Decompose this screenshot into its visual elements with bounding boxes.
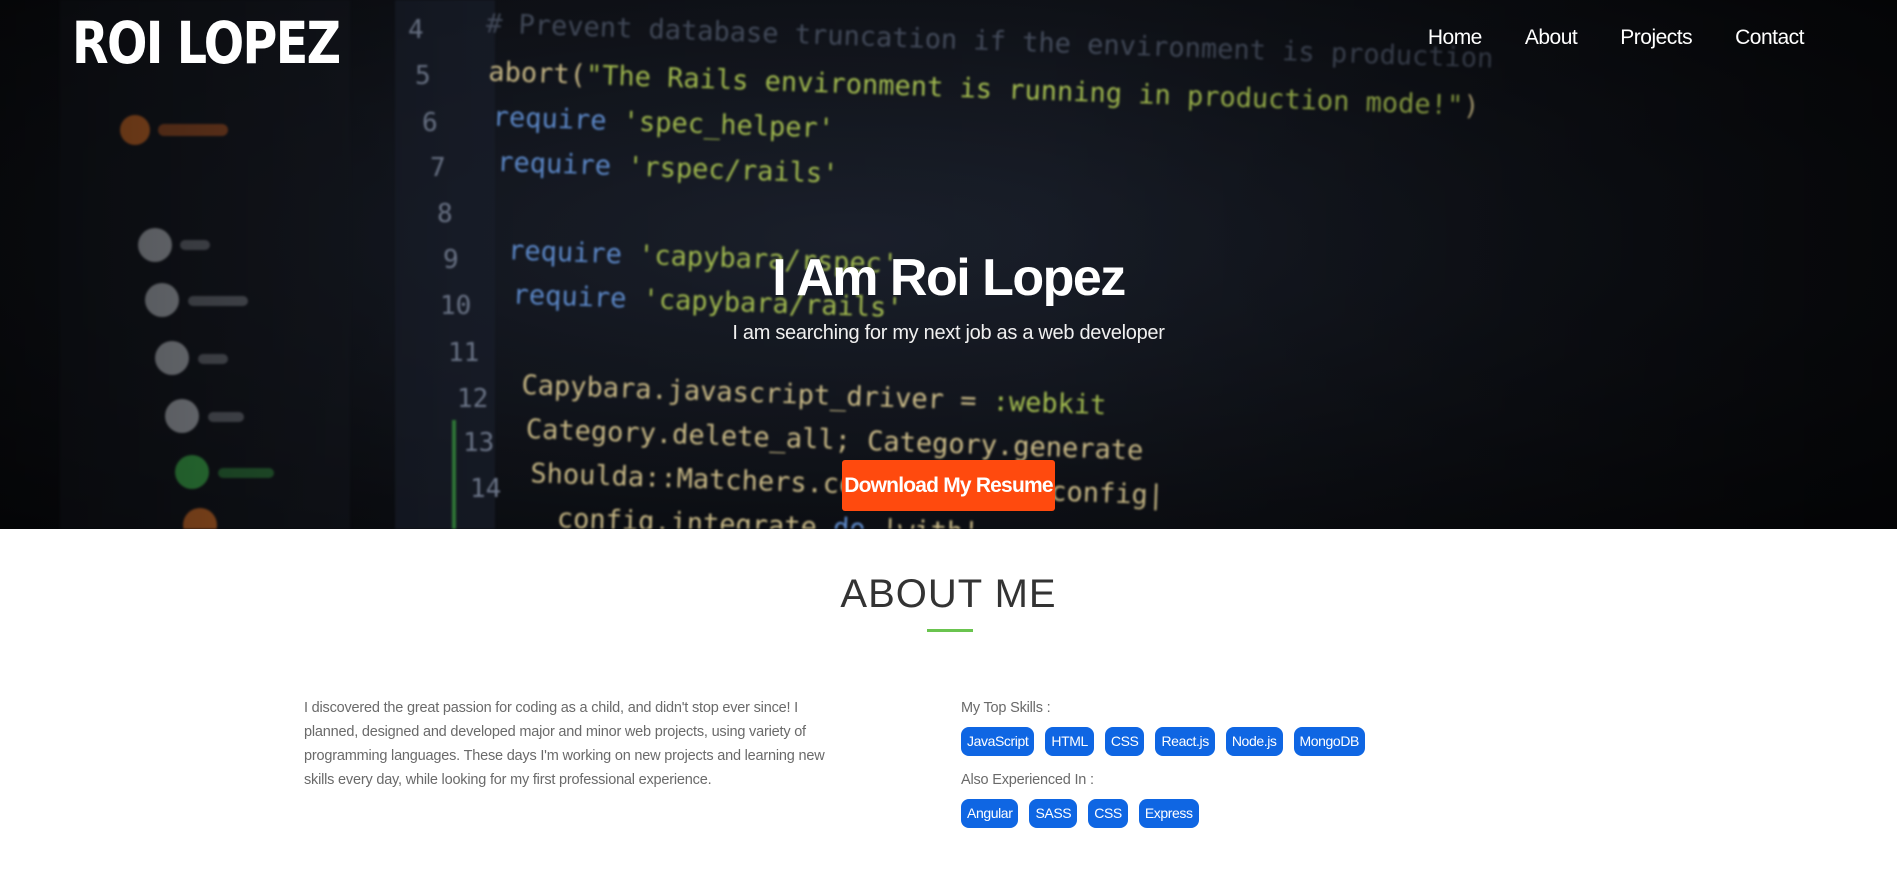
nav-about-link[interactable]: About xyxy=(1525,26,1578,50)
download-resume-button[interactable]: Download My Resume xyxy=(842,460,1055,511)
also-skills-list: Angular SASS CSS Express xyxy=(961,799,1461,828)
heading-underline-divider xyxy=(927,629,973,632)
skill-badge: Node.js xyxy=(1225,727,1283,756)
skill-badge: HTML xyxy=(1045,727,1094,756)
nav-projects-link[interactable]: Projects xyxy=(1620,26,1692,50)
main-nav: Home About Projects Contact xyxy=(1385,26,1805,50)
skill-badge: Angular xyxy=(961,799,1019,828)
skill-badge: CSS xyxy=(1088,799,1128,828)
skill-badge: CSS xyxy=(1104,727,1145,756)
skill-badge: Express xyxy=(1138,799,1199,828)
about-heading: ABOUT ME xyxy=(840,572,1057,616)
skill-badge: SASS xyxy=(1029,799,1078,828)
top-skills-list: JavaScript HTML CSS React.js Node.js Mon… xyxy=(961,727,1461,756)
top-skills-label: My Top Skills : xyxy=(961,700,1051,716)
skills-block: My Top Skills : JavaScript HTML CSS Reac… xyxy=(961,696,1461,840)
hero-subtitle: I am searching for my next job as a web … xyxy=(732,322,1165,344)
skill-badge: JavaScript xyxy=(961,727,1035,756)
about-bio: I discovered the great passion for codin… xyxy=(304,700,825,788)
nav-home-link[interactable]: Home xyxy=(1428,26,1483,50)
also-experienced-label: Also Experienced In : xyxy=(961,772,1094,788)
skill-badge: MongoDB xyxy=(1293,727,1365,756)
hero-title: I Am Roi Lopez xyxy=(772,249,1126,307)
skill-badge: React.js xyxy=(1155,727,1215,756)
nav-contact-link[interactable]: Contact xyxy=(1735,26,1804,50)
site-logo[interactable]: ROI LOPEZ xyxy=(72,8,341,78)
hero-section: 4 5 6 7 8 9 10 11 12 13 14 # Prevent dat… xyxy=(0,0,1897,529)
